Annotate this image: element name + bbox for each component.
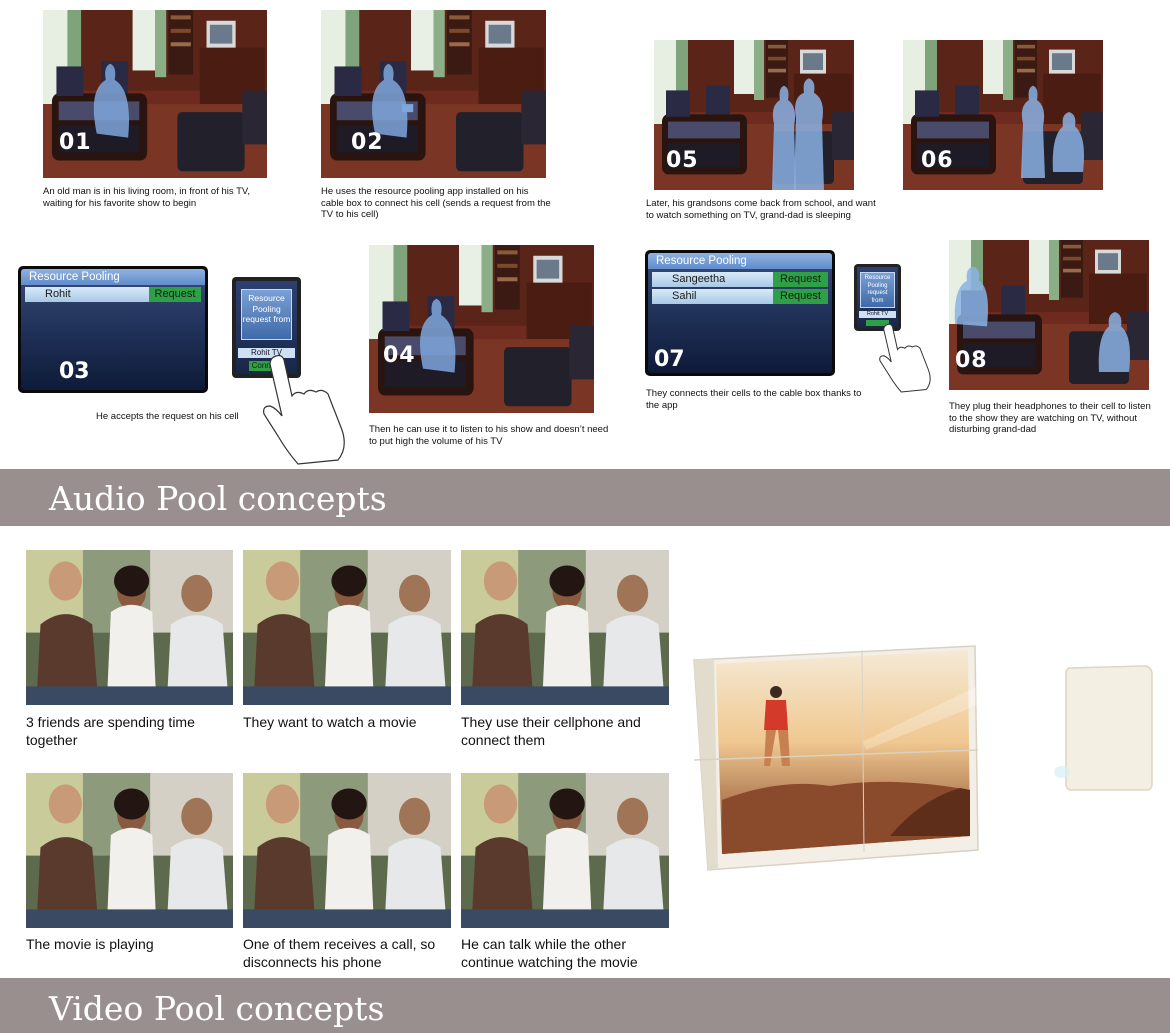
frame-number: 06	[921, 148, 954, 173]
video-photo-4	[26, 773, 233, 928]
contact-name: Rohit	[45, 288, 71, 300]
frame-caption: He accepts the request on his cell	[96, 411, 239, 422]
frame-number: 02	[351, 130, 384, 155]
source-name: Rohit TV	[858, 311, 897, 318]
section-title: Audio Pool concepts	[49, 479, 387, 518]
resource-pooling-panel-2: Resource Pooling Sangeetha Request Sahil…	[645, 250, 835, 376]
photo-caption: They want to watch a movie	[243, 714, 417, 730]
storyboard-photo-08: 08	[949, 240, 1149, 390]
request-message: Resource Pooling request from	[860, 272, 895, 308]
storyboard-photo-05: 05	[654, 40, 854, 190]
panel-title: Resource Pooling	[21, 269, 205, 285]
frame-number: 07	[654, 347, 685, 372]
frame-number: 01	[59, 130, 92, 155]
photo-caption: 3 friends are spending time together	[26, 714, 195, 748]
frame-number: 04	[383, 343, 416, 368]
video-photo-2	[243, 550, 451, 705]
video-photo-5	[243, 773, 451, 928]
frame-caption: They connects their cells to the cable b…	[646, 388, 862, 411]
frame-caption: An old man is in his living room, in fro…	[43, 186, 250, 209]
storyboard-photo-01: 01	[43, 10, 267, 178]
request-message: Resource Pooling request from	[240, 289, 293, 340]
hand-tap-icon	[263, 354, 345, 465]
section-title: Video Pool concepts	[49, 989, 385, 1028]
frame-number: 05	[666, 148, 699, 173]
frame-caption: They plug their headphones to their cell…	[949, 401, 1151, 435]
section-banner-audio: Audio Pool concepts	[0, 469, 1170, 526]
storyboard-photo-04: 04	[369, 245, 594, 413]
photo-caption: The movie is playing	[26, 936, 154, 952]
frame-caption: Then he can use it to listen to his show…	[369, 424, 609, 447]
panel-title: Resource Pooling	[648, 253, 832, 269]
video-photo-1	[26, 550, 233, 705]
hand-tap-icon	[879, 323, 931, 393]
photo-caption: One of them receives a call, so disconne…	[243, 936, 436, 970]
video-pool-device-render	[693, 645, 1153, 871]
frame-caption: Later, his grandsons come back from scho…	[646, 198, 876, 221]
request-button[interactable]: Request	[773, 289, 828, 304]
resource-pooling-panel-1: Resource Pooling Rohit Request 03	[18, 266, 208, 393]
photo-caption: He can talk while the other continue wat…	[461, 936, 638, 970]
section-banner-video: Video Pool concepts	[0, 978, 1170, 1033]
video-photo-3	[461, 550, 669, 705]
storyboard-photo-02: 02	[321, 10, 546, 178]
photo-caption: They use their cellphone and connect the…	[461, 714, 641, 748]
frame-number: 03	[59, 359, 90, 384]
frame-number: 08	[955, 348, 988, 373]
storyboard-photo-06: 06	[903, 40, 1103, 190]
request-button[interactable]: Request	[773, 272, 828, 287]
contact-name: Sangeetha	[672, 273, 726, 285]
frame-caption: He uses the resource pooling app install…	[321, 186, 551, 220]
contact-name: Sahil	[672, 290, 697, 302]
phone-screen-2: Resource Pooling request from Rohit TV	[854, 264, 901, 331]
video-photo-6	[461, 773, 669, 928]
request-button[interactable]: Request	[149, 287, 201, 302]
